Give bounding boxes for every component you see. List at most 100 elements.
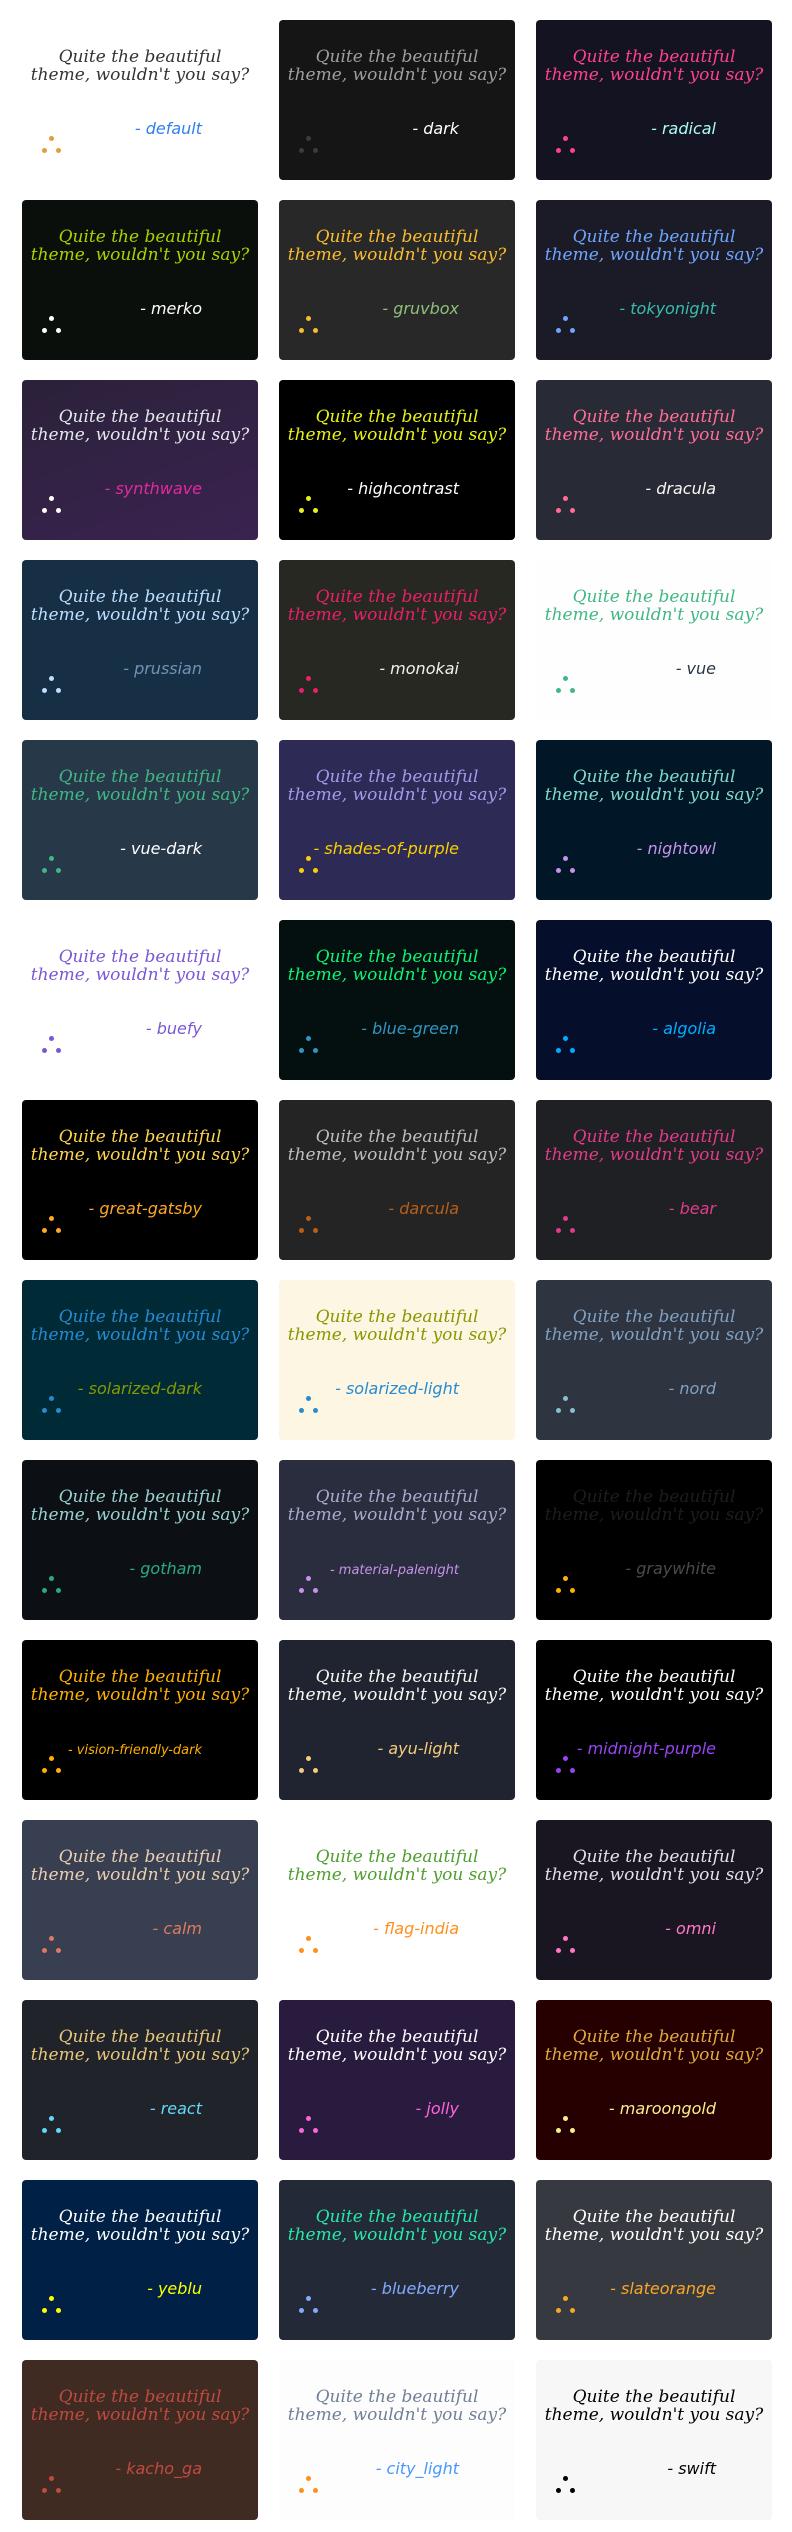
quote-text: Quite the beautiful theme, wouldn't you s… bbox=[279, 48, 515, 84]
dot bbox=[49, 2476, 54, 2481]
dot bbox=[306, 1216, 311, 1221]
quote-text: Quite the beautiful theme, wouldn't you s… bbox=[536, 588, 772, 624]
dots-icon bbox=[556, 496, 576, 514]
theme-name: - swift bbox=[667, 2459, 716, 2478]
quote-line-1: Quite the beautiful bbox=[58, 2387, 222, 2407]
dot bbox=[313, 1768, 318, 1773]
theme-name: - material-palenight bbox=[329, 1563, 459, 1578]
theme-name: - radical bbox=[651, 119, 716, 138]
theme-name: - highcontrast bbox=[347, 479, 459, 498]
quote-text: Quite the beautiful theme, wouldn't you s… bbox=[279, 948, 515, 984]
theme-card: Quite the beautiful theme, wouldn't you s… bbox=[279, 1820, 515, 1980]
dot bbox=[42, 328, 47, 333]
quote-text: Quite the beautiful theme, wouldn't you s… bbox=[536, 1128, 772, 1164]
quote-line-2: theme, wouldn't you say? bbox=[287, 965, 507, 985]
dot bbox=[313, 868, 318, 873]
quote-line-2: theme, wouldn't you say? bbox=[287, 65, 507, 85]
dot bbox=[299, 1048, 304, 1053]
theme-card: Quite the beautiful theme, wouldn't you s… bbox=[22, 2180, 258, 2340]
theme-card: Quite the beautiful theme, wouldn't you s… bbox=[279, 920, 515, 1080]
dot bbox=[42, 1228, 47, 1233]
dot bbox=[306, 316, 311, 321]
quote-line-1: Quite the beautiful bbox=[572, 1127, 736, 1147]
theme-card: Quite the beautiful theme, wouldn't you s… bbox=[279, 1280, 515, 1440]
quote-line-1: Quite the beautiful bbox=[315, 767, 479, 787]
theme-card: Quite the beautiful theme, wouldn't you s… bbox=[279, 2180, 515, 2340]
theme-card: Quite the beautiful theme, wouldn't you s… bbox=[536, 560, 772, 720]
dot bbox=[42, 1768, 47, 1773]
quote-line-1: Quite the beautiful bbox=[315, 2027, 479, 2047]
quote-line-1: Quite the beautiful bbox=[572, 407, 736, 427]
dots-icon bbox=[42, 1036, 62, 1054]
theme-name: - flag-india bbox=[373, 1919, 459, 1938]
dot bbox=[56, 1768, 61, 1773]
dots-icon bbox=[556, 1756, 576, 1774]
dot bbox=[556, 2488, 561, 2493]
theme-card-grid: Quite the beautiful theme, wouldn't you s… bbox=[0, 0, 792, 2532]
theme-card: Quite the beautiful theme, wouldn't you s… bbox=[536, 20, 772, 180]
dot bbox=[56, 148, 61, 153]
theme-name: - bear bbox=[668, 1199, 716, 1218]
quote-line-1: Quite the beautiful bbox=[572, 47, 736, 67]
theme-card: Quite the beautiful theme, wouldn't you s… bbox=[536, 1280, 772, 1440]
quote-line-1: Quite the beautiful bbox=[58, 1847, 222, 1867]
dots-icon bbox=[42, 316, 62, 334]
dot bbox=[570, 1948, 575, 1953]
quote-text: Quite the beautiful theme, wouldn't you s… bbox=[22, 948, 258, 984]
quote-text: Quite the beautiful theme, wouldn't you s… bbox=[536, 1848, 772, 1884]
dots-icon bbox=[556, 676, 576, 694]
dot bbox=[556, 1408, 561, 1413]
quote-line-2: theme, wouldn't you say? bbox=[544, 65, 764, 85]
dot bbox=[563, 856, 568, 861]
dot bbox=[306, 1576, 311, 1581]
quote-text: Quite the beautiful theme, wouldn't you s… bbox=[279, 2028, 515, 2064]
quote-line-1: Quite the beautiful bbox=[572, 227, 736, 247]
quote-line-1: Quite the beautiful bbox=[315, 1307, 479, 1327]
theme-name: - prussian bbox=[123, 659, 202, 678]
theme-name: - merko bbox=[140, 299, 202, 318]
dot bbox=[570, 328, 575, 333]
dot bbox=[570, 2128, 575, 2133]
dot bbox=[570, 688, 575, 693]
dot bbox=[306, 496, 311, 501]
quote-line-2: theme, wouldn't you say? bbox=[30, 1325, 250, 1345]
theme-card: Quite the beautiful theme, wouldn't you s… bbox=[22, 200, 258, 360]
dots-icon bbox=[299, 856, 319, 874]
dot bbox=[306, 856, 311, 861]
dots-icon bbox=[299, 1576, 319, 1594]
dot bbox=[56, 1948, 61, 1953]
quote-line-1: Quite the beautiful bbox=[315, 2387, 479, 2407]
theme-card: Quite the beautiful theme, wouldn't you s… bbox=[279, 1100, 515, 1260]
theme-card: Quite the beautiful theme, wouldn't you s… bbox=[22, 2360, 258, 2520]
quote-text: Quite the beautiful theme, wouldn't you s… bbox=[536, 1668, 772, 1704]
dot bbox=[313, 1228, 318, 1233]
theme-name: - slateorange bbox=[610, 2279, 716, 2298]
theme-name: - kacho_ga bbox=[115, 2459, 202, 2478]
dot bbox=[570, 1228, 575, 1233]
dot bbox=[49, 1576, 54, 1581]
theme-name: - monokai bbox=[379, 659, 459, 678]
theme-card: Quite the beautiful theme, wouldn't you s… bbox=[536, 2360, 772, 2520]
quote-line-1: Quite the beautiful bbox=[58, 587, 222, 607]
dot bbox=[313, 508, 318, 513]
dot bbox=[306, 1756, 311, 1761]
dot bbox=[49, 1756, 54, 1761]
dots-icon bbox=[299, 136, 319, 154]
dot bbox=[306, 1036, 311, 1041]
dot bbox=[563, 1756, 568, 1761]
quote-text: Quite the beautiful theme, wouldn't you s… bbox=[279, 1848, 515, 1884]
quote-line-2: theme, wouldn't you say? bbox=[544, 1145, 764, 1165]
quote-line-2: theme, wouldn't you say? bbox=[30, 605, 250, 625]
dots-icon bbox=[299, 2476, 319, 2494]
theme-name: - great-gatsby bbox=[88, 1199, 202, 1218]
dot bbox=[299, 2308, 304, 2313]
dot bbox=[299, 2128, 304, 2133]
dot bbox=[563, 136, 568, 141]
dot bbox=[56, 1588, 61, 1593]
dot bbox=[299, 508, 304, 513]
dot bbox=[556, 1768, 561, 1773]
theme-name: - omni bbox=[665, 1919, 716, 1938]
theme-card: Quite the beautiful theme, wouldn't you s… bbox=[536, 920, 772, 1080]
quote-text: Quite the beautiful theme, wouldn't you s… bbox=[22, 768, 258, 804]
quote-line-1: Quite the beautiful bbox=[315, 1487, 479, 1507]
